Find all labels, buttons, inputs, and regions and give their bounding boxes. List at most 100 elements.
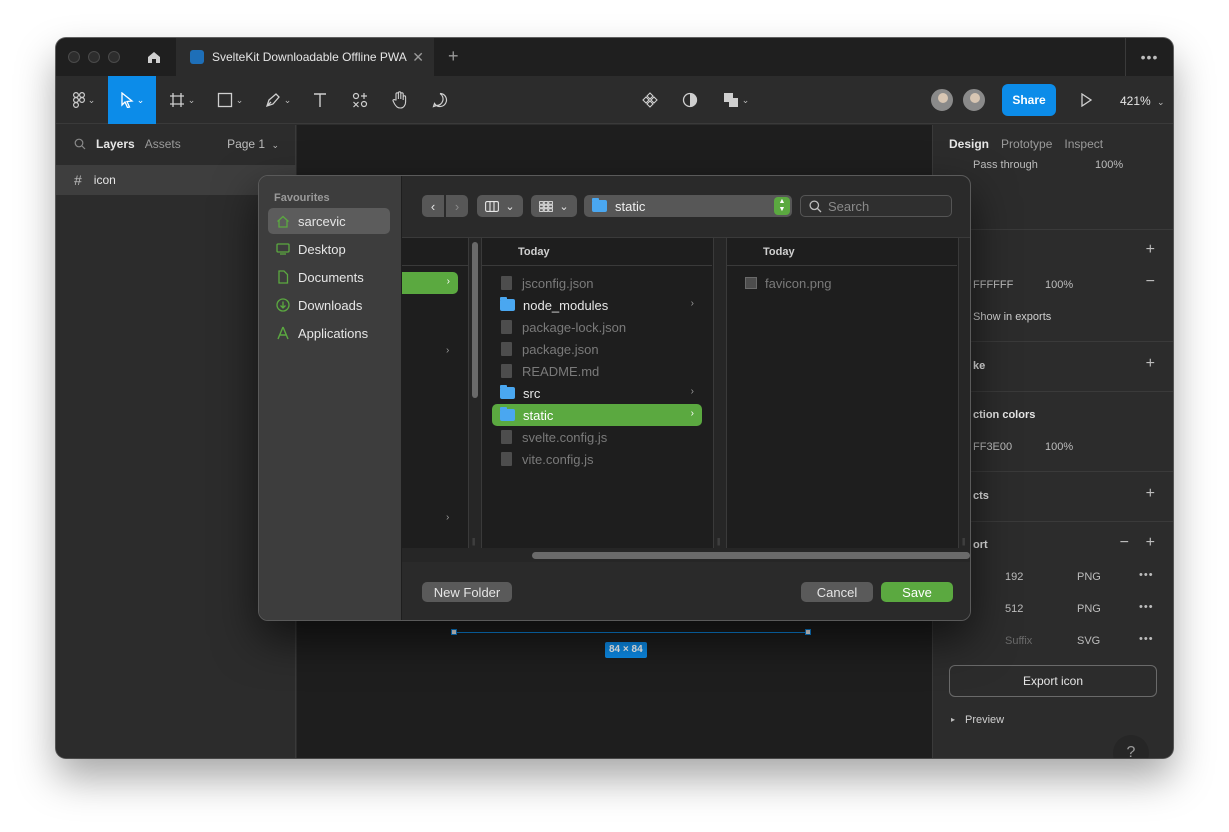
- export-scale[interactable]: 192: [1005, 571, 1023, 583]
- cancel-button[interactable]: Cancel: [801, 582, 873, 602]
- back-button[interactable]: ‹: [422, 195, 444, 217]
- search-field[interactable]: Search: [800, 195, 952, 217]
- list-item[interactable]: src ›: [492, 382, 702, 404]
- list-item[interactable]: favicon.png: [737, 272, 947, 294]
- components-button[interactable]: [638, 76, 662, 124]
- resize-handle[interactable]: [805, 629, 811, 635]
- location-popup[interactable]: static ▲ ▼: [584, 195, 792, 217]
- group-view-button[interactable]: ⌄: [531, 195, 577, 217]
- static-column: Today favicon.png: [727, 238, 957, 548]
- main-menu-button[interactable]: ⌄: [66, 76, 102, 124]
- column-view-button[interactable]: ⌄: [477, 195, 523, 217]
- blend-mode[interactable]: Pass through: [973, 159, 1038, 171]
- search-icon[interactable]: [74, 138, 86, 150]
- more-menu-button[interactable]: •••: [1125, 38, 1173, 76]
- selection-color-opacity[interactable]: 100%: [1045, 441, 1073, 453]
- remove-fill-icon[interactable]: −: [1146, 273, 1155, 291]
- export-options-icon[interactable]: •••: [1139, 569, 1154, 581]
- export-scale[interactable]: 512: [1005, 603, 1023, 615]
- hand-tool-button[interactable]: [388, 76, 412, 124]
- selection-color-hex[interactable]: FF3E00: [973, 441, 1012, 453]
- add-stroke-icon[interactable]: +: [1146, 355, 1155, 373]
- chevron-right-icon: ›: [690, 386, 694, 397]
- sidebar-item-label: Applications: [298, 325, 369, 341]
- resources-button[interactable]: [348, 76, 372, 124]
- tab-inspect[interactable]: Inspect: [1064, 137, 1103, 151]
- column-header: [402, 238, 468, 266]
- layer-opacity[interactable]: 100%: [1095, 159, 1123, 171]
- export-format[interactable]: PNG: [1077, 571, 1101, 583]
- avatar[interactable]: [929, 87, 955, 113]
- help-button[interactable]: ?: [1113, 735, 1149, 758]
- column-divider[interactable]: [468, 238, 482, 548]
- chevron-right-icon: ›: [454, 198, 460, 214]
- horizontal-scrollbar[interactable]: [402, 548, 970, 563]
- fill-opacity[interactable]: 100%: [1045, 279, 1073, 291]
- list-item[interactable]: node_modules ›: [492, 294, 702, 316]
- export-icon-button[interactable]: Export icon: [949, 665, 1157, 697]
- tab-design[interactable]: Design: [949, 137, 989, 151]
- zoom-dropdown[interactable]: 421% ⌄: [1120, 94, 1165, 108]
- new-tab-button[interactable]: +: [448, 46, 459, 67]
- frame-tool-button[interactable]: ⌄: [164, 76, 200, 124]
- comment-tool-button[interactable]: [428, 76, 452, 124]
- new-folder-button[interactable]: New Folder: [422, 582, 512, 602]
- move-tool-button[interactable]: ⌄: [108, 76, 156, 124]
- present-button[interactable]: [1074, 76, 1098, 124]
- export-options-icon[interactable]: •••: [1139, 601, 1154, 613]
- vertical-scrollbar[interactable]: [472, 242, 478, 398]
- column-divider[interactable]: [958, 238, 970, 548]
- export-suffix-input[interactable]: Suffix: [1005, 635, 1032, 647]
- export-format[interactable]: SVG: [1077, 635, 1100, 647]
- tab-layers[interactable]: Layers: [96, 137, 135, 151]
- add-fill-icon[interactable]: +: [1146, 241, 1155, 259]
- list-item[interactable]: README.md: [492, 360, 702, 382]
- zoom-window-button[interactable]: [108, 51, 120, 63]
- column-divider[interactable]: [713, 238, 727, 548]
- desktop-icon: [276, 242, 290, 256]
- remove-export-icon[interactable]: −: [1120, 534, 1129, 552]
- preview-toggle[interactable]: Preview: [965, 714, 1004, 726]
- document-tab[interactable]: SvelteKit Downloadable Offline PWA ✕: [176, 38, 434, 76]
- add-export-icon[interactable]: +: [1146, 534, 1155, 552]
- close-tab-icon[interactable]: ✕: [412, 49, 424, 66]
- fill-hex[interactable]: FFFFFF: [973, 279, 1013, 291]
- mask-button[interactable]: [678, 76, 702, 124]
- avatar[interactable]: [961, 87, 987, 113]
- text-tool-button[interactable]: [308, 76, 332, 124]
- home-button[interactable]: [138, 38, 170, 76]
- disclosure-triangle-icon[interactable]: ▸: [951, 715, 955, 724]
- selected-parent-row[interactable]: ›: [402, 272, 458, 294]
- save-button[interactable]: Save: [881, 582, 953, 602]
- sidebar-item-sarcevic[interactable]: sarcevic: [268, 208, 390, 234]
- list-item[interactable]: jsconfig.json: [492, 272, 702, 294]
- sidebar-item-desktop[interactable]: Desktop: [268, 236, 390, 262]
- share-button[interactable]: Share: [1002, 84, 1056, 116]
- shape-tool-button[interactable]: ⌄: [212, 76, 248, 124]
- export-format[interactable]: PNG: [1077, 603, 1101, 615]
- layer-name: icon: [93, 173, 116, 187]
- list-item[interactable]: package.json: [492, 338, 702, 360]
- add-effect-icon[interactable]: +: [1146, 485, 1155, 503]
- forward-button[interactable]: ›: [446, 195, 468, 217]
- hand-icon: [392, 91, 407, 109]
- list-item[interactable]: vite.config.js: [492, 448, 702, 470]
- list-item[interactable]: svelte.config.js: [492, 426, 702, 448]
- sidebar-item-applications[interactable]: Applications: [268, 320, 390, 346]
- close-window-button[interactable]: [68, 51, 80, 63]
- tab-assets[interactable]: Assets: [145, 137, 181, 151]
- scrollbar-thumb[interactable]: [532, 552, 970, 559]
- boolean-button[interactable]: ⌄: [718, 76, 754, 124]
- sidebar-item-downloads[interactable]: Downloads: [268, 292, 390, 318]
- show-in-exports-label[interactable]: Show in exports: [973, 311, 1051, 323]
- export-options-icon[interactable]: •••: [1139, 633, 1154, 645]
- tab-prototype[interactable]: Prototype: [1001, 137, 1052, 151]
- sidebar-item-documents[interactable]: Documents: [268, 264, 390, 290]
- minimize-window-button[interactable]: [88, 51, 100, 63]
- resize-handle[interactable]: [451, 629, 457, 635]
- page-selector[interactable]: Page 1 ⌄: [227, 137, 279, 151]
- list-item[interactable]: package-lock.json: [492, 316, 702, 338]
- pen-tool-button[interactable]: ⌄: [260, 76, 296, 124]
- zoom-level: 421%: [1120, 94, 1151, 108]
- list-item[interactable]: static ›: [492, 404, 702, 426]
